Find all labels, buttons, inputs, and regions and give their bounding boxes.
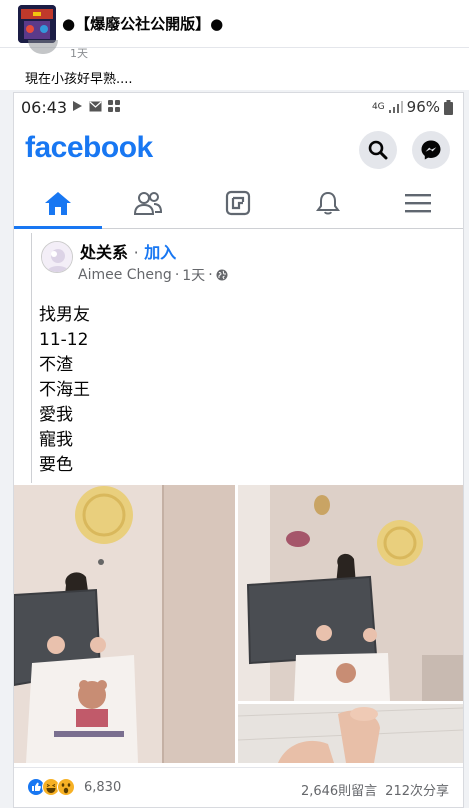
signal-icon — [388, 101, 403, 113]
post-photo-3[interactable] — [238, 704, 463, 763]
globe-icon — [216, 269, 228, 281]
post-line: 寵我 — [39, 430, 73, 450]
post-meta: Aimee Cheng · 1天 · — [78, 265, 228, 285]
outer-post-time: 1天 — [70, 47, 88, 60]
tab-home[interactable] — [14, 177, 102, 229]
post-line: 找男友 — [39, 305, 90, 325]
post-line: 不海王 — [39, 380, 90, 400]
meta-separator: · — [174, 267, 180, 283]
outer-author-avatar[interactable] — [28, 40, 58, 54]
search-button[interactable] — [359, 131, 397, 169]
post-group-name-row: 处关系 · 加入 — [80, 239, 176, 263]
shared-screenshot[interactable]: 06:43 4G 96% facebook 处关系 · 加入 Aimee Che… — [13, 92, 464, 808]
tab-groups[interactable] — [194, 177, 282, 229]
reaction-icons[interactable] — [27, 778, 75, 796]
name-separator: · — [133, 243, 139, 262]
post-author[interactable]: Aimee Cheng — [78, 267, 172, 283]
post-photo-2[interactable] — [238, 485, 463, 701]
status-bar: 06:43 4G 96% — [14, 93, 463, 121]
wow-icon — [57, 778, 75, 796]
tab-friends[interactable] — [104, 177, 192, 229]
post-photo-1[interactable] — [14, 485, 235, 763]
facebook-app-bar: facebook — [14, 123, 463, 175]
post-text: 找男友 11-12 不渣 不海王 愛我 寵我 要色 — [39, 303, 90, 478]
meta-separator-2: · — [208, 267, 213, 283]
status-left-icons — [72, 100, 120, 112]
join-link[interactable]: 加入 — [144, 243, 176, 262]
engagement-counts: 2,646則留言 212次分享 — [301, 780, 449, 799]
group-title[interactable]: ●【爆廢公社公開版】● — [62, 13, 223, 34]
tab-notifications[interactable] — [284, 177, 372, 229]
bell-icon — [316, 191, 340, 215]
facebook-logo[interactable]: facebook — [25, 131, 153, 165]
messenger-icon — [421, 140, 441, 160]
group-header: ●【爆廢公社公開版】● — [0, 0, 469, 48]
post-line: 要色 — [39, 455, 73, 475]
search-icon — [368, 140, 388, 160]
inner-post: 处关系 · 加入 Aimee Cheng · 1天 · 找男友 11-12 不渣… — [31, 233, 451, 483]
groups-icon — [225, 190, 251, 216]
outer-post-caption: 現在小孩好早熟.... — [25, 72, 133, 87]
share-count[interactable]: 212次分享 — [385, 780, 449, 799]
post-line: 不渣 — [39, 355, 73, 375]
post-time[interactable]: 1天 — [182, 265, 205, 285]
battery-icon — [444, 99, 453, 115]
messenger-button[interactable] — [412, 131, 450, 169]
apps-icon — [108, 100, 120, 112]
reactions-bar: 6,830 2,646則留言 212次分享 — [14, 767, 463, 807]
active-tab-indicator — [14, 226, 102, 229]
network-type: 4G — [371, 102, 385, 112]
post-group-name[interactable]: 处关系 — [80, 243, 128, 262]
outer-post: 1天 現在小孩好早熟.... — [0, 40, 469, 90]
post-line: 愛我 — [39, 405, 73, 425]
hamburger-menu-icon — [405, 194, 431, 213]
tab-menu[interactable] — [374, 177, 462, 229]
post-photos — [14, 485, 463, 763]
post-author-avatar[interactable] — [41, 241, 73, 273]
home-icon — [45, 192, 71, 215]
play-icon — [73, 101, 82, 111]
comment-count[interactable]: 2,646則留言 — [301, 780, 377, 799]
facebook-tabs — [14, 177, 463, 229]
group-avatar[interactable] — [18, 5, 56, 43]
status-right: 4G 96% — [372, 98, 453, 116]
reaction-count[interactable]: 6,830 — [84, 780, 121, 795]
friends-icon — [133, 192, 163, 215]
post-line: 11-12 — [39, 330, 89, 350]
mail-icon — [89, 101, 102, 111]
battery-percent: 96% — [406, 98, 440, 116]
status-time: 06:43 — [21, 98, 68, 117]
